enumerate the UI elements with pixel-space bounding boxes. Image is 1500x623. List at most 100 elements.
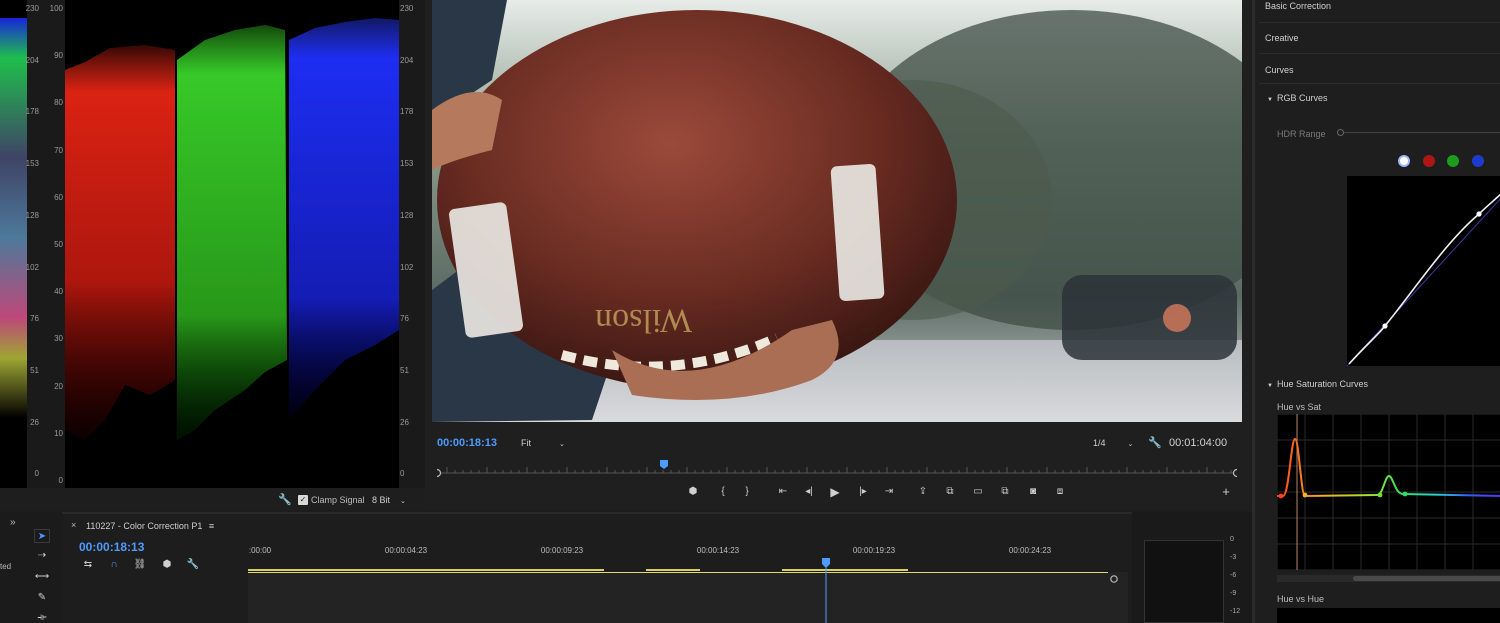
playback-resolution-value: 1/4: [1093, 438, 1106, 448]
hue-vs-hue-label: Hue vs Hue: [1277, 594, 1325, 604]
step-forward-icon[interactable]: |▸: [855, 484, 871, 500]
hue-vs-sat-label: Hue vs Sat: [1277, 402, 1322, 412]
section-creative[interactable]: Creative: [1265, 33, 1299, 43]
play-icon[interactable]: ▶: [827, 484, 843, 500]
linked-selection-icon[interactable]: ⛓: [132, 557, 148, 573]
go-to-in-icon[interactable]: ⇤: [775, 484, 791, 500]
ruler-time-label: 00:00:24:23: [1008, 546, 1052, 555]
out-handle[interactable]: [1232, 468, 1242, 478]
hue-vs-sat-graphic: [1277, 414, 1500, 570]
rgb-curves-label: RGB Curves: [1276, 93, 1328, 103]
program-mini-timeline[interactable]: [432, 458, 1242, 478]
hdr-range-slider[interactable]: [1339, 132, 1500, 133]
hue-sat-point[interactable]: [1402, 491, 1408, 497]
add-marker-icon[interactable]: ⬢: [159, 557, 175, 573]
rgb-parade-graphic: [65, 18, 399, 440]
chevron-down-icon: ⌄: [1127, 441, 1134, 448]
playhead-handle[interactable]: [822, 558, 830, 568]
mark-out-icon[interactable]: }: [739, 484, 755, 500]
playhead-marker[interactable]: [660, 460, 668, 469]
channel-luma[interactable]: [1398, 155, 1410, 167]
channel-red[interactable]: [1423, 155, 1435, 167]
slip-tool-icon[interactable]: ⟛: [34, 611, 50, 623]
scale-8bit: 230 204 178 153 128 102 76 51 26 0: [25, 0, 39, 488]
comparison-view-icon[interactable]: ⧉: [997, 484, 1013, 500]
scale-tick-label: 100: [49, 4, 63, 13]
zoom-scroll-handle[interactable]: [1110, 575, 1118, 583]
hue-sat-point[interactable]: [1278, 493, 1284, 499]
monitor-settings-wrench-icon[interactable]: 🔧: [1148, 436, 1162, 449]
lift-icon[interactable]: ⇪: [915, 484, 931, 500]
scale-tick-label: 128: [400, 210, 414, 220]
export-frame-icon[interactable]: ◙: [1025, 484, 1041, 500]
scale-tick-label: 76: [400, 314, 409, 324]
timeline-settings-wrench-icon[interactable]: 🔧: [185, 557, 201, 573]
ripple-edit-tool-icon[interactable]: ⟷: [34, 570, 50, 584]
scale-tick-label: 60: [54, 192, 63, 202]
clamp-signal-checkbox[interactable]: ✓: [298, 495, 308, 505]
waveform-left-strip-graphic: [0, 18, 27, 418]
in-handle[interactable]: [432, 468, 442, 478]
rgb-curve-graphic: [1347, 193, 1500, 366]
panel-menu-icon[interactable]: »: [10, 517, 16, 528]
timeline-timecode[interactable]: 00:00:18:13: [79, 540, 144, 554]
section-curves[interactable]: Curves: [1265, 65, 1294, 75]
program-current-timecode[interactable]: 00:00:18:13: [437, 437, 497, 449]
razor-tool-icon[interactable]: ✎: [34, 591, 50, 605]
track-select-tool-icon[interactable]: ⇢: [34, 549, 50, 563]
scale-tick-label: 90: [54, 51, 63, 61]
go-to-out-icon[interactable]: ⇥: [881, 484, 897, 500]
waveform-left-strip: [0, 0, 27, 488]
scale-tick-label: 51: [30, 365, 39, 375]
scale-tick-label: 204: [25, 55, 39, 65]
add-marker-icon[interactable]: ⬢: [685, 484, 701, 500]
video-frame: Wilson: [432, 0, 1242, 422]
scale-tick-label: 128: [25, 210, 39, 220]
playback-resolution-dropdown[interactable]: 1/4 ⌄: [1093, 438, 1133, 448]
hue-vs-hue-graph[interactable]: [1277, 608, 1500, 623]
curve-point[interactable]: [1382, 323, 1388, 329]
hue-sat-point[interactable]: [1302, 492, 1308, 498]
hue-saturation-curves-toggle[interactable]: ▼ Hue Saturation Curves: [1267, 379, 1368, 389]
hue-sat-point[interactable]: [1377, 492, 1383, 498]
zoom-level-dropdown[interactable]: Fit ⌄: [521, 438, 565, 448]
curve-point[interactable]: [1476, 211, 1482, 217]
scale-tick-label: 153: [25, 159, 39, 169]
scale-tick-label: 230: [25, 4, 39, 13]
scale-tick-label: 0: [34, 469, 39, 479]
selection-tool-icon[interactable]: ➤: [34, 529, 50, 543]
scale-tick-label: 0: [400, 469, 405, 479]
chevron-down-icon: ⌄: [559, 441, 565, 448]
scale-tick-label: 178: [25, 107, 39, 117]
snap-magnet-icon[interactable]: ∩: [106, 557, 122, 573]
bit-depth-dropdown[interactable]: 8 Bit ⌄: [372, 495, 406, 505]
rgb-curves-toggle[interactable]: ▼ RGB Curves: [1267, 93, 1327, 103]
close-tab-icon[interactable]: ×: [71, 520, 76, 530]
rgb-curve-graph[interactable]: [1347, 176, 1500, 366]
channel-blue[interactable]: [1472, 155, 1484, 167]
sequence-tab[interactable]: 110227 - Color Correction P1 ≡: [86, 521, 214, 531]
mark-in-icon[interactable]: {: [715, 484, 731, 500]
extract-icon[interactable]: ⧉: [942, 484, 958, 500]
channel-green[interactable]: [1447, 155, 1459, 167]
safe-margins-icon[interactable]: ▭: [970, 484, 986, 500]
scale-tick-label: 76: [30, 314, 39, 324]
hue-vs-sat-scrollbar[interactable]: [1277, 575, 1500, 582]
clamp-signal-label: Clamp Signal: [311, 495, 365, 505]
scale-tick-label: 30: [54, 334, 63, 344]
tab-menu-icon[interactable]: ≡: [209, 521, 214, 531]
button-editor-plus-icon[interactable]: +: [1218, 484, 1234, 500]
step-back-icon[interactable]: ◂|: [801, 484, 817, 500]
nest-icon[interactable]: ⇆: [80, 557, 96, 573]
audio-meter-bar: [1144, 540, 1224, 623]
timeline-panel: × 110227 - Color Correction P1 ≡ 00:00:1…: [62, 512, 1132, 623]
hdr-range-slider-handle[interactable]: [1337, 129, 1344, 136]
multicam-icon[interactable]: ⧈: [1052, 484, 1068, 500]
scope-settings-wrench-icon[interactable]: 🔧: [278, 493, 292, 506]
chevron-down-icon: ▼: [1267, 97, 1273, 103]
meter-db-label: -6: [1230, 572, 1237, 579]
scale-tick-label: 204: [400, 55, 414, 65]
hue-vs-sat-graph[interactable]: [1277, 414, 1500, 570]
section-basic-correction[interactable]: Basic Correction: [1265, 1, 1331, 11]
hue-vs-sat-scrollbar-thumb[interactable]: [1353, 576, 1500, 581]
